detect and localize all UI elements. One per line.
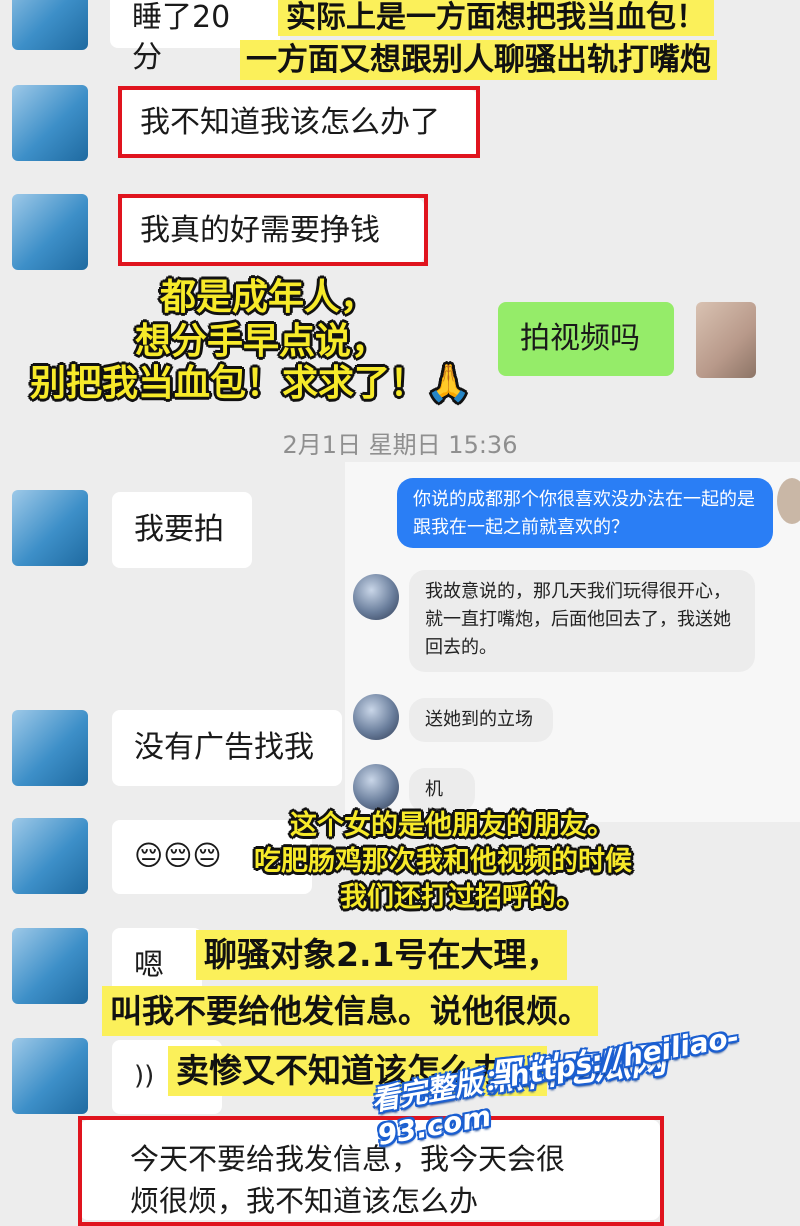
contact-avatar[interactable] [12, 490, 88, 566]
caption-dali-line1: 聊骚对象2.1号在大理， [196, 930, 568, 980]
contact-avatar[interactable] [12, 928, 88, 1004]
caption-top-line2: 一方面又想跟别人聊骚出轨打嘴炮 [240, 40, 717, 80]
caption-mid-line2: 想分手早点说， [135, 321, 388, 362]
caption-friend-line1: 这个女的是他朋友的朋友。 [290, 810, 614, 841]
inset-contact-avatar [353, 694, 399, 740]
message-bubble: 没有广告找我 [112, 710, 342, 786]
caption-dali-line2: 叫我不要给他发信息。说他很烦。 [102, 986, 599, 1036]
inset-screenshot: 你说的成都那个你很喜欢没办法在一起的是跟我在一起之前就喜欢的？ 我故意说的，那几… [345, 462, 800, 828]
inset-message: 机场 [409, 768, 475, 828]
inset-message: 送她到的立场 [409, 698, 553, 742]
caption-top-line1: 实际上是一方面想把我当血包！ [278, 0, 714, 36]
contact-avatar[interactable] [12, 1038, 88, 1114]
contact-avatar[interactable] [12, 818, 88, 894]
inset-contact-avatar [353, 574, 399, 620]
caption-mid-line1: 都是成年人， [160, 277, 377, 318]
contact-avatar[interactable] [12, 194, 88, 270]
inset-message: 我故意说的，那几天我们玩得很开心，就一直打嘴炮，后面他回去了，我送她回去的。 [409, 570, 755, 672]
highlight-box [118, 86, 480, 158]
highlight-box [78, 1116, 664, 1226]
caption-friend-line2: 吃肥肠鸡那次我和他视频的时候 [254, 846, 632, 877]
voice-icon: )) [134, 1061, 155, 1091]
message-bubble: 我要拍 [112, 492, 252, 568]
inset-message-self: 你说的成都那个你很喜欢没办法在一起的是跟我在一起之前就喜欢的？ [397, 478, 773, 548]
inset-contact-avatar [353, 764, 399, 810]
contact-avatar[interactable] [12, 85, 88, 161]
contact-avatar[interactable] [12, 710, 88, 786]
self-avatar[interactable] [696, 302, 756, 378]
contact-avatar[interactable] [12, 0, 88, 50]
inset-self-avatar [777, 478, 800, 524]
message-bubble-self: 拍视频吗 [498, 302, 674, 376]
highlight-box [118, 194, 428, 266]
caption-mid-line3: 别把我当血包！求求了！🙏 [30, 363, 471, 404]
timestamp: 2月1日 星期日 15:36 [282, 431, 518, 459]
caption-friend-line3: 我们还打过招呼的。 [340, 882, 583, 913]
